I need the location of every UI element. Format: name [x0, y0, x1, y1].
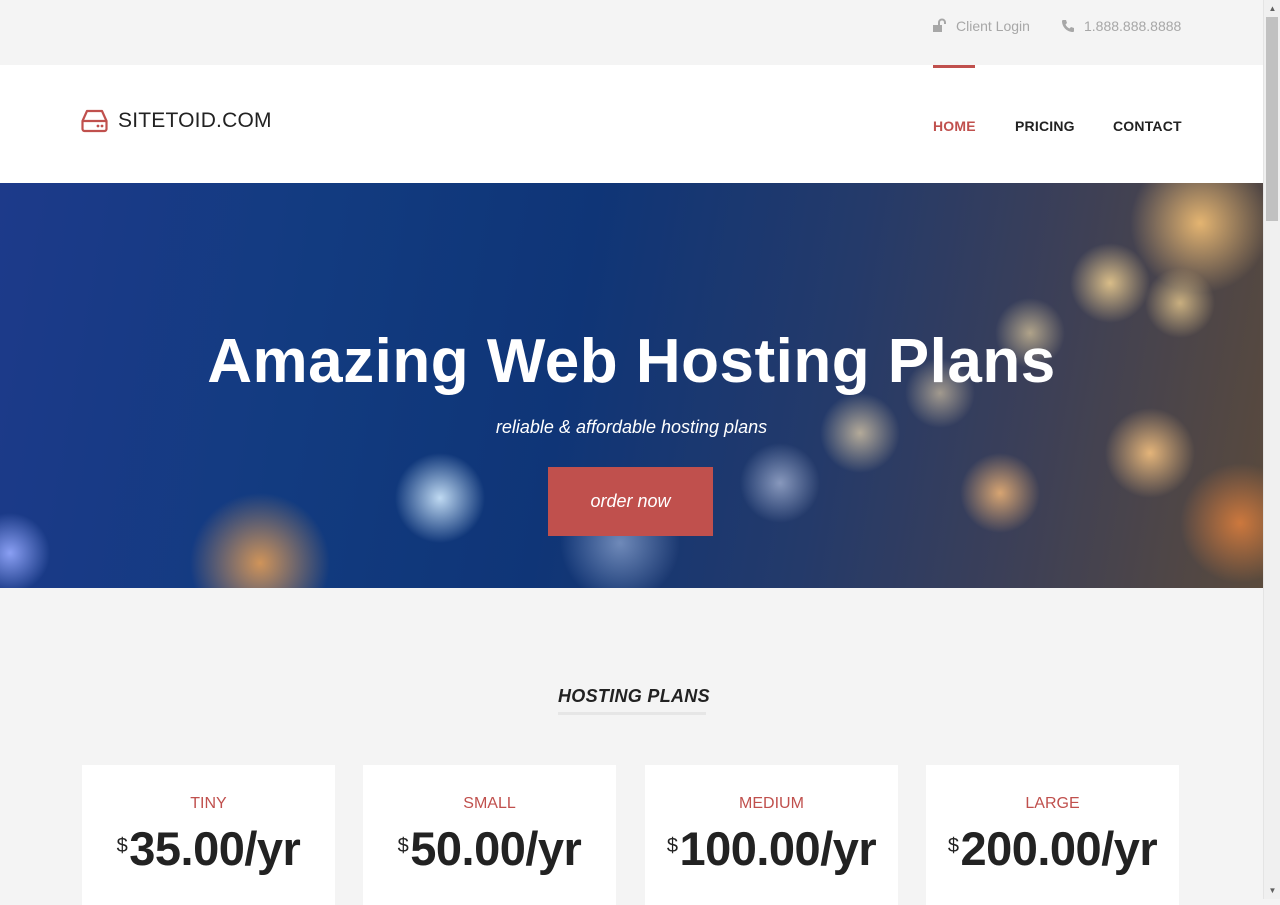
plan-price: $50.00/yr	[363, 821, 616, 876]
unlock-icon	[932, 18, 948, 34]
client-login-label: Client Login	[956, 18, 1030, 34]
plan-price-value: 200.00/yr	[960, 822, 1158, 875]
plan-card-medium[interactable]: MEDIUM $100.00/yr	[645, 765, 898, 905]
currency-symbol: $	[947, 835, 959, 857]
nav-contact[interactable]: CONTACT	[1113, 118, 1182, 134]
order-now-button[interactable]: order now	[548, 467, 713, 536]
plan-card-small[interactable]: SMALL $50.00/yr	[363, 765, 616, 905]
scroll-down-arrow-icon[interactable]: ▼	[1264, 882, 1280, 899]
client-login-link[interactable]: Client Login	[932, 18, 1030, 34]
section-title-underline	[558, 712, 706, 715]
plan-price: $100.00/yr	[645, 821, 898, 876]
hero-title: Amazing Web Hosting Plans	[207, 327, 1056, 396]
nav-active-indicator	[933, 65, 975, 68]
hero-subtitle: reliable & affordable hosting plans	[495, 417, 768, 437]
plan-price-value: 50.00/yr	[410, 822, 582, 875]
plan-name: TINY	[190, 795, 227, 812]
nav-pricing[interactable]: PRICING	[1015, 118, 1075, 134]
plan-name: LARGE	[1025, 795, 1080, 812]
nav-home[interactable]: HOME	[933, 118, 976, 134]
plan-price-value: 100.00/yr	[679, 822, 877, 875]
plan-name: SMALL	[463, 795, 516, 812]
phone-icon	[1060, 18, 1076, 34]
hard-drive-icon	[81, 109, 108, 133]
site-header: SITETOID.COM HOME PRICING CONTACT	[0, 65, 1263, 183]
plan-price-value: 35.00/yr	[129, 822, 301, 875]
hero-banner: Amazing Web Hosting Plans reliable & aff…	[0, 183, 1263, 588]
plan-card-tiny[interactable]: TINY $35.00/yr	[82, 765, 335, 905]
brand-name: SITETOID.COM	[118, 109, 272, 132]
currency-symbol: $	[666, 835, 678, 857]
section-title: HOSTING PLANS	[558, 686, 710, 706]
plan-card-large[interactable]: LARGE $200.00/yr	[926, 765, 1179, 905]
currency-symbol: $	[397, 835, 409, 857]
plan-price: $200.00/yr	[926, 821, 1179, 876]
phone-link[interactable]: 1.888.888.8888	[1060, 18, 1181, 34]
currency-symbol: $	[116, 835, 128, 857]
page-scrollbar[interactable]: ▲ ▼	[1263, 0, 1280, 899]
phone-number: 1.888.888.8888	[1084, 18, 1182, 34]
scrollbar-thumb[interactable]	[1266, 17, 1278, 221]
scroll-up-arrow-icon[interactable]: ▲	[1264, 0, 1280, 17]
plan-name: MEDIUM	[739, 795, 804, 812]
brand-logo[interactable]: SITETOID.COM	[81, 109, 272, 133]
top-utility-bar: Client Login 1.888.888.8888	[0, 0, 1263, 65]
plan-price: $35.00/yr	[82, 821, 335, 876]
